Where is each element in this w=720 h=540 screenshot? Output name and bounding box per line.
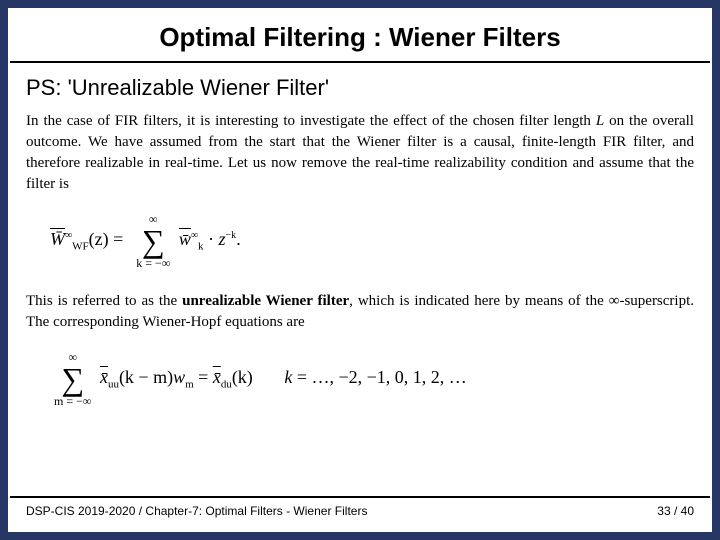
- slide-title: Optimal Filtering : Wiener Filters: [8, 22, 712, 53]
- footer: DSP-CIS 2019-2020 / Chapter-7: Optimal F…: [8, 496, 712, 518]
- title-divider: [10, 61, 710, 63]
- footer-left: DSP-CIS 2019-2020 / Chapter-7: Optimal F…: [26, 504, 367, 518]
- equation-2: ∞ ∑ m = −∞ x̄uu(k − m)wm = x̄du(k) k = ……: [50, 351, 694, 407]
- paragraph-1: In the case of FIR filters, it is intere…: [26, 111, 694, 195]
- eq2-xuu: x̄: [100, 367, 108, 387]
- paragraph-2: This is referred to as the unrealizable …: [26, 291, 694, 333]
- var-L: L: [596, 113, 604, 129]
- term-unrealizable: unrealizable Wiener filter: [182, 293, 349, 309]
- eq1-lhs-W: W̄: [50, 229, 65, 249]
- equation-1: W̄∞WF(z) = ∞ ∑ k = −∞ w̄∞k · z−k.: [50, 213, 694, 269]
- footer-page-number: 33 / 40: [657, 504, 694, 518]
- eq2-sum: ∞ ∑ m = −∞: [54, 351, 91, 407]
- eq1-sum: ∞ ∑ k = −∞: [136, 213, 170, 269]
- slide-subtitle: PS: 'Unrealizable Wiener Filter': [26, 75, 694, 101]
- slide-frame: Optimal Filtering : Wiener Filters PS: '…: [8, 8, 712, 532]
- eq1-wk: w̄: [179, 229, 191, 249]
- body-excerpt: In the case of FIR filters, it is intere…: [26, 111, 694, 451]
- eq2-xdu: x̄: [213, 367, 221, 387]
